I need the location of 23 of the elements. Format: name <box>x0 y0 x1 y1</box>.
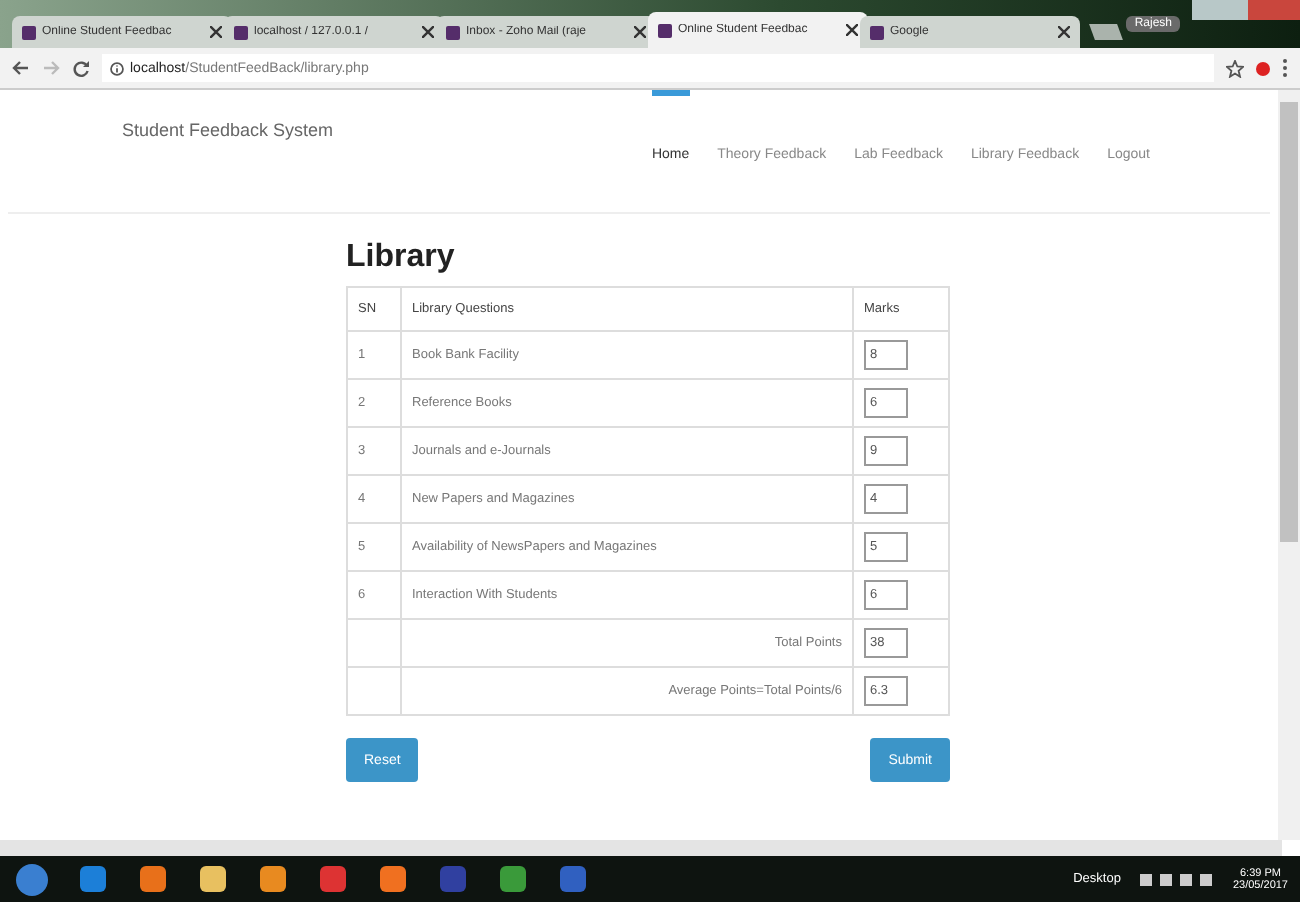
close-icon[interactable] <box>634 26 646 38</box>
extension-icon[interactable] <box>1256 61 1270 75</box>
favicon-icon <box>870 25 884 39</box>
window-controls[interactable] <box>1192 0 1300 20</box>
favicon-icon <box>658 23 672 37</box>
close-icon[interactable] <box>210 26 222 38</box>
start-orb-icon[interactable] <box>12 861 52 897</box>
close-icon[interactable] <box>846 24 858 36</box>
close-icon[interactable] <box>422 26 434 38</box>
back-icon[interactable] <box>12 60 30 76</box>
close-icon[interactable] <box>1058 26 1070 38</box>
favicon-icon <box>234 25 248 39</box>
reload-icon[interactable] <box>72 59 90 77</box>
favicon-icon <box>22 25 36 39</box>
new-tab-button[interactable] <box>1089 24 1123 40</box>
info-icon[interactable] <box>110 61 124 75</box>
site-brand[interactable]: Student Feedback System <box>122 120 334 140</box>
favicon-icon <box>446 25 460 39</box>
vertical-scrollbar[interactable] <box>1278 90 1300 840</box>
star-icon[interactable] <box>1226 59 1244 77</box>
menu-icon[interactable] <box>1282 58 1288 78</box>
page-heading: Library <box>346 240 457 276</box>
horizontal-scrollbar[interactable] <box>0 840 1282 856</box>
